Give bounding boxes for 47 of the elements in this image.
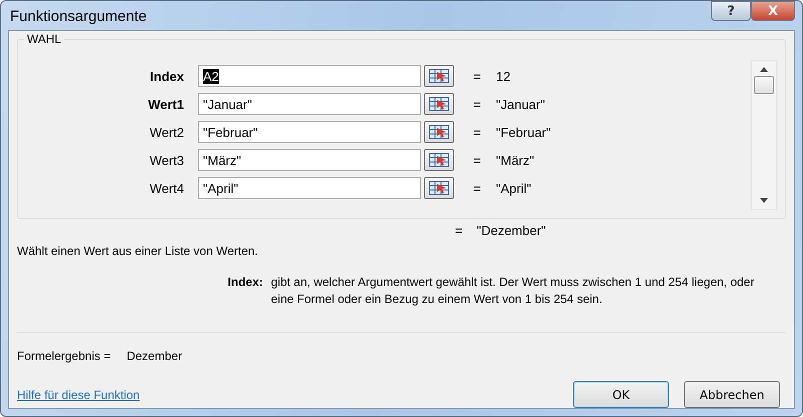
scrollbar[interactable]	[751, 60, 777, 210]
window-title: Funktionsargumente	[10, 8, 147, 25]
table-reference-icon	[429, 97, 449, 111]
formula-result-value: Dezember	[126, 349, 182, 363]
argument-label: Wert1	[147, 96, 185, 112]
table-reference-icon	[429, 69, 449, 83]
equals-sign: =	[455, 223, 463, 238]
collapse-button[interactable]	[424, 93, 454, 115]
equals-sign: =	[472, 124, 482, 140]
formula-result-label: Formelergebnis =	[17, 349, 111, 363]
argument-help-label: Index:	[226, 274, 264, 291]
equals-sign: =	[472, 180, 482, 196]
argument-result: 12	[496, 68, 510, 84]
scroll-up-icon[interactable]	[760, 67, 768, 72]
function-description: Wählt einen Wert aus einer Liste von Werten.	[17, 244, 260, 258]
argument-help-text: gibt an, welcher Argumentwert gewählt ist. Der Wert muss zwischen 1 und 254 liegen, oder eine Formel oder ein Bezug zu einem Wert von 1 bis 254 sein.	[271, 274, 756, 308]
equals-sign: =	[472, 152, 482, 168]
argument-result: "Januar"	[496, 96, 545, 112]
collapse-button[interactable]	[424, 177, 454, 199]
argument-label: Wert3	[148, 152, 185, 168]
argument-label: Wert4	[148, 180, 185, 196]
table-reference-icon	[429, 125, 449, 139]
argument-field[interactable]: A2	[198, 65, 421, 87]
table-reference-icon	[429, 153, 449, 167]
equals-sign: =	[472, 68, 482, 84]
argument-result: "März"	[496, 152, 534, 168]
collapse-button[interactable]	[424, 149, 454, 171]
cancel-button[interactable]: Abbrechen	[684, 381, 780, 408]
collapse-button[interactable]	[424, 65, 454, 87]
argument-field[interactable]: "Februar"	[198, 121, 421, 143]
argument-field[interactable]: "April"	[198, 177, 421, 199]
argument-label: Wert2	[148, 124, 185, 140]
function-result: "Dezember"	[476, 223, 546, 238]
group-title: WAHL	[24, 32, 64, 46]
ok-button[interactable]: OK	[573, 381, 669, 408]
scroll-down-icon[interactable]	[760, 198, 768, 203]
help-link[interactable]: Hilfe für diese Funktion	[17, 388, 140, 402]
argument-result: "Februar"	[496, 124, 551, 140]
table-reference-icon	[429, 181, 449, 195]
argument-result: "April"	[496, 180, 532, 196]
argument-field[interactable]: "März"	[198, 149, 421, 171]
argument-field[interactable]: "Januar"	[198, 93, 421, 115]
argument-label: Index	[149, 68, 185, 84]
equals-sign: =	[472, 96, 482, 112]
collapse-button[interactable]	[424, 121, 454, 143]
help-button[interactable]: ?	[711, 1, 751, 21]
scroll-thumb[interactable]	[754, 76, 774, 94]
